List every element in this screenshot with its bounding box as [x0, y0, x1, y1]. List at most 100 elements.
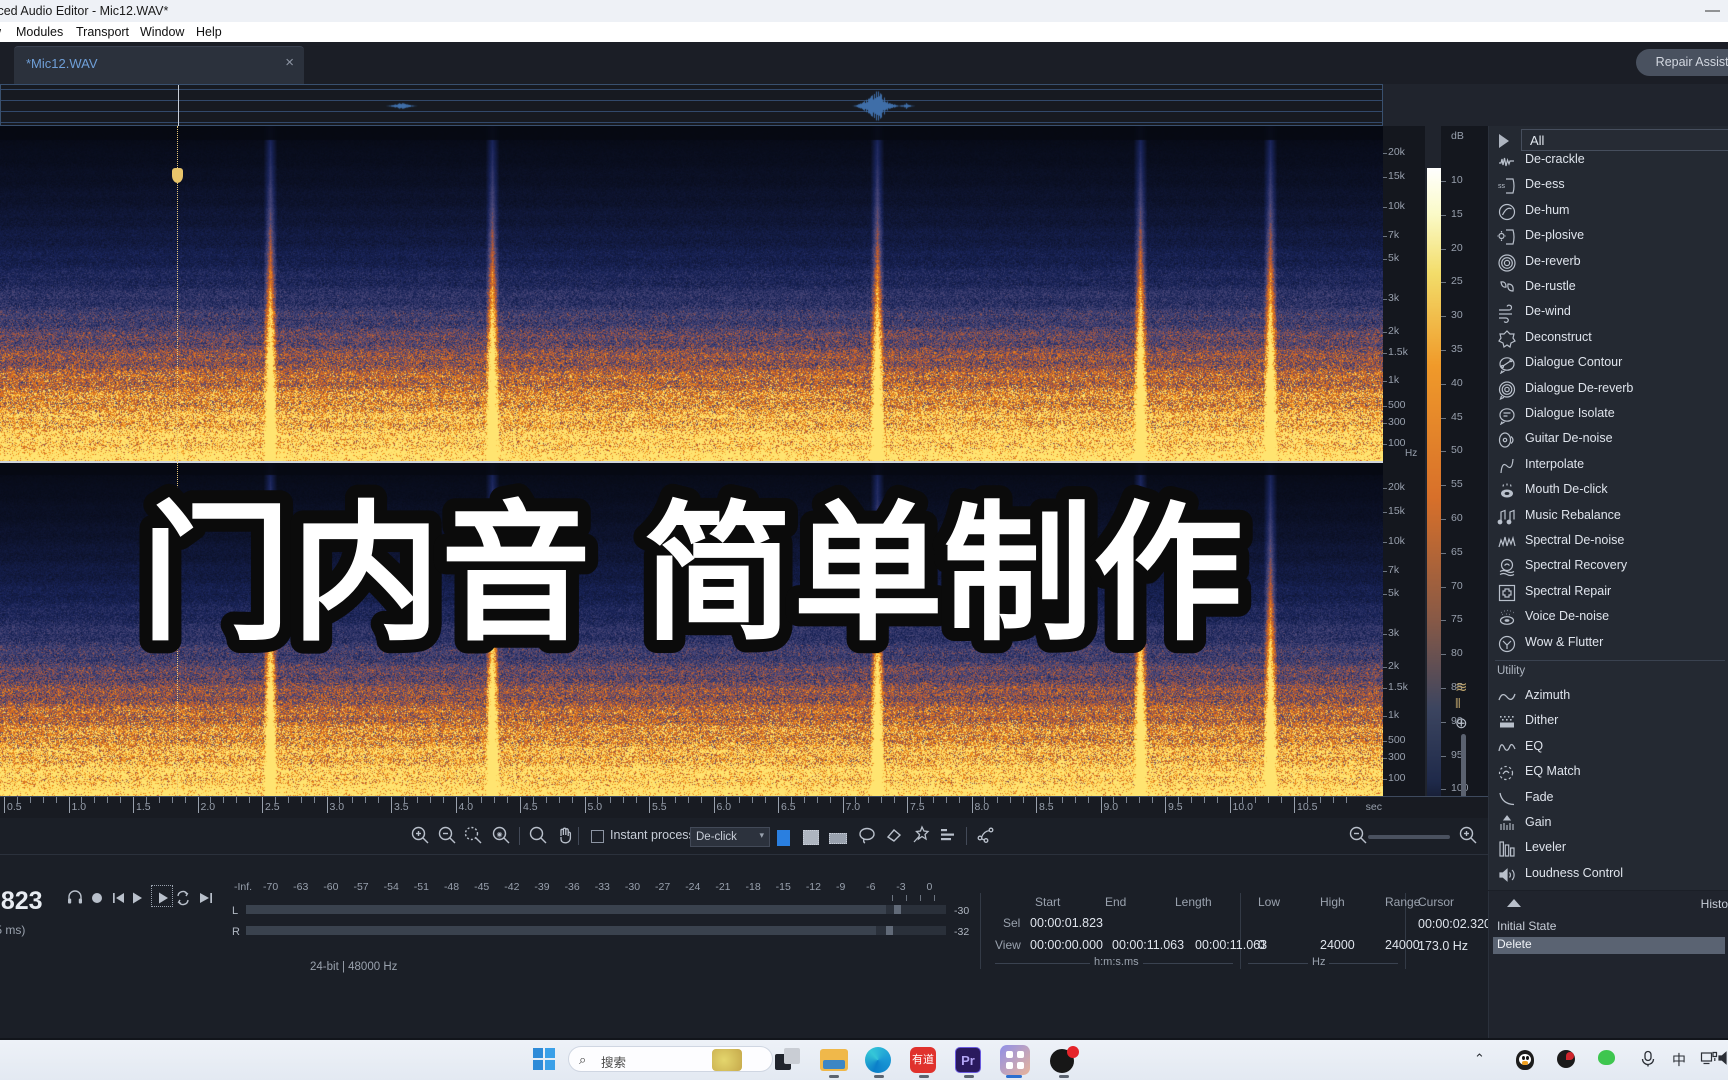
sidebar-item-wow-flutter[interactable]: Wow & Flutter: [1489, 631, 1728, 656]
sidebar-item-de-hum[interactable]: De-hum: [1489, 199, 1728, 224]
play-selection-button[interactable]: [154, 889, 172, 912]
go-to-start-button[interactable]: [110, 889, 128, 912]
edge-browser-icon[interactable]: [865, 1045, 893, 1073]
close-icon[interactable]: ×: [285, 54, 294, 71]
waveform-display-icon[interactable]: ⦀: [1455, 696, 1461, 712]
taskbar-search-input[interactable]: ⌕ 搜索: [568, 1046, 773, 1072]
zoom-in-icon[interactable]: [1458, 825, 1478, 850]
sidebar-item-dialogue-de-reverb[interactable]: Dialogue De-reverb: [1489, 377, 1728, 402]
freq-tick-label: 100: [1388, 772, 1406, 784]
widget-weather-icon[interactable]: [712, 1045, 740, 1073]
time-tick-minor: [1255, 797, 1256, 803]
freq-selection-tool[interactable]: [829, 830, 845, 846]
brush-selection-tool[interactable]: [884, 825, 904, 850]
list-view-tool[interactable]: [938, 825, 958, 850]
menu-item-w[interactable]: w: [0, 25, 1, 39]
audio-editor-icon[interactable]: [1000, 1045, 1028, 1073]
menu-item-window[interactable]: Window: [140, 25, 184, 39]
record-button[interactable]: [88, 889, 106, 912]
qq-icon[interactable]: [1516, 1050, 1534, 1070]
obs-studio-icon[interactable]: [1050, 1045, 1078, 1073]
sidebar-item-dialogue-contour[interactable]: Dialogue Contour: [1489, 351, 1728, 376]
zoom-reset-icon[interactable]: ◉: [491, 825, 511, 850]
sidebar-item-voice-de-noise[interactable]: Voice De-noise: [1489, 605, 1728, 630]
go-to-end-button[interactable]: [197, 889, 215, 912]
tab-mic12-wav[interactable]: *Mic12.WAV ×: [14, 46, 304, 84]
sidebar-item-leveler[interactable]: Leveler: [1489, 836, 1728, 861]
menu-item-modules[interactable]: Modules: [16, 25, 63, 39]
menu-item-transport[interactable]: Transport: [76, 25, 129, 39]
task-view-icon[interactable]: [775, 1045, 803, 1073]
spectrogram-view[interactable]: 门内音 简单制作 门内音 简单制作: [0, 126, 1383, 796]
spectrogram-display-icon[interactable]: ≋: [1455, 678, 1468, 696]
time-selection-tool[interactable]: [777, 830, 793, 846]
sidebar-item-eq[interactable]: EQ: [1489, 735, 1728, 760]
premiere-pro-icon[interactable]: Pr: [955, 1045, 983, 1073]
chevron-up-icon[interactable]: [1507, 899, 1521, 907]
microphone-icon[interactable]: [1640, 1050, 1656, 1071]
sidebar-item-loudness-control[interactable]: Loudness Control: [1489, 862, 1728, 887]
sidebar-item-deconstruct[interactable]: Deconstruct: [1489, 326, 1728, 351]
play-button[interactable]: [128, 889, 146, 912]
volume-icon[interactable]: [1717, 1050, 1728, 1069]
sidebar-item-dialogue-isolate[interactable]: Dialogue Isolate: [1489, 402, 1728, 427]
sidebar-item-dither[interactable]: Dither: [1489, 709, 1728, 734]
windows-start-icon[interactable]: [533, 1048, 555, 1070]
overview-cursor[interactable]: [178, 85, 179, 127]
sidebar-item-spectral-de-noise[interactable]: Spectral De-noise: [1489, 529, 1728, 554]
sidebar-item-gain[interactable]: Gain: [1489, 811, 1728, 836]
monitor-headphones-button[interactable]: [66, 889, 84, 912]
netease-music-icon[interactable]: [1557, 1050, 1575, 1068]
instant-process-checkbox[interactable]: [591, 830, 604, 843]
time-tick-minor: [726, 797, 727, 803]
sidebar-item-fade[interactable]: Fade: [1489, 786, 1728, 811]
rectangle-selection-tool[interactable]: [803, 830, 819, 846]
sidebar-item-mouth-de-click[interactable]: Mouth De-click: [1489, 478, 1728, 503]
process-select[interactable]: De-click ▾: [690, 827, 770, 847]
lasso-selection-tool[interactable]: [857, 825, 877, 850]
zoom-out-icon[interactable]: [437, 825, 457, 850]
repair-assistant-button[interactable]: Repair Assistant: [1636, 49, 1728, 76]
zoom-out-icon[interactable]: [1348, 825, 1368, 850]
time-ruler[interactable]: sec 0.5 1.0 1.5 2.0 2.5 3.0 3.5 4.0 4.5 5.0 5.5 6.0…: [0, 796, 1488, 818]
network-icon[interactable]: [1700, 1050, 1718, 1069]
ime-chinese-icon[interactable]: 中: [1672, 1050, 1686, 1070]
magic-wand-tool[interactable]: [911, 825, 931, 850]
sidebar-item-guitar-de-noise[interactable]: Guitar De-noise: [1489, 427, 1728, 452]
sidebar-item-spectral-recovery[interactable]: Spectral Recovery: [1489, 554, 1728, 579]
sidebar-item-azimuth[interactable]: Azimuth: [1489, 684, 1728, 709]
sidebar-item-eq-match[interactable]: EQ Match: [1489, 760, 1728, 785]
zoom-in-icon[interactable]: [410, 825, 430, 850]
file-explorer-icon[interactable]: [820, 1045, 848, 1073]
wechat-icon[interactable]: [1598, 1050, 1615, 1065]
sidebar-item-spectral-repair[interactable]: Spectral Repair: [1489, 580, 1728, 605]
sidebar-item-de-reverb[interactable]: De-reverb: [1489, 250, 1728, 275]
sidebar-item-de-rustle[interactable]: De-rustle: [1489, 275, 1728, 300]
play-triangle-icon[interactable]: [1499, 134, 1509, 148]
hand-tool-icon[interactable]: [555, 825, 575, 850]
menu-item-help[interactable]: Help: [196, 25, 222, 39]
magnifier-tool-icon[interactable]: [528, 825, 548, 850]
history-item-initial[interactable]: Initial State: [1493, 919, 1725, 936]
sidebar-item-de-wind[interactable]: De-wind: [1489, 300, 1728, 325]
sidebar-item-music-rebalance[interactable]: Music Rebalance: [1489, 504, 1728, 529]
db-tick-label: 35: [1451, 343, 1463, 355]
minimize-icon[interactable]: —: [1705, 2, 1720, 19]
zoom-to-selection-icon[interactable]: [463, 825, 483, 850]
zoom-in-icon[interactable]: ⊕: [1455, 714, 1468, 732]
time-tick-minor: [120, 797, 121, 803]
envelope-tool[interactable]: [975, 825, 995, 850]
waveform-overview[interactable]: [0, 84, 1383, 126]
loop-button[interactable]: [174, 889, 192, 912]
zoom-slider[interactable]: [1368, 835, 1450, 839]
youdao-dict-icon[interactable]: 有道: [910, 1045, 938, 1073]
sidebar-item-de-ess[interactable]: ss De-ess: [1489, 173, 1728, 198]
freq-tick-label: 10k: [1388, 200, 1405, 212]
playhead-handle[interactable]: [172, 168, 183, 183]
time-tick-minor: [417, 797, 418, 803]
sidebar-item-interpolate[interactable]: Interpolate: [1489, 453, 1728, 478]
show-hidden-icons[interactable]: ⌃: [1474, 1050, 1485, 1067]
history-item-delete[interactable]: Delete: [1493, 937, 1725, 954]
sidebar-item-de-plosive[interactable]: De-plosive: [1489, 224, 1728, 249]
sidebar-item-de-crackle[interactable]: De-crackle: [1489, 148, 1728, 173]
